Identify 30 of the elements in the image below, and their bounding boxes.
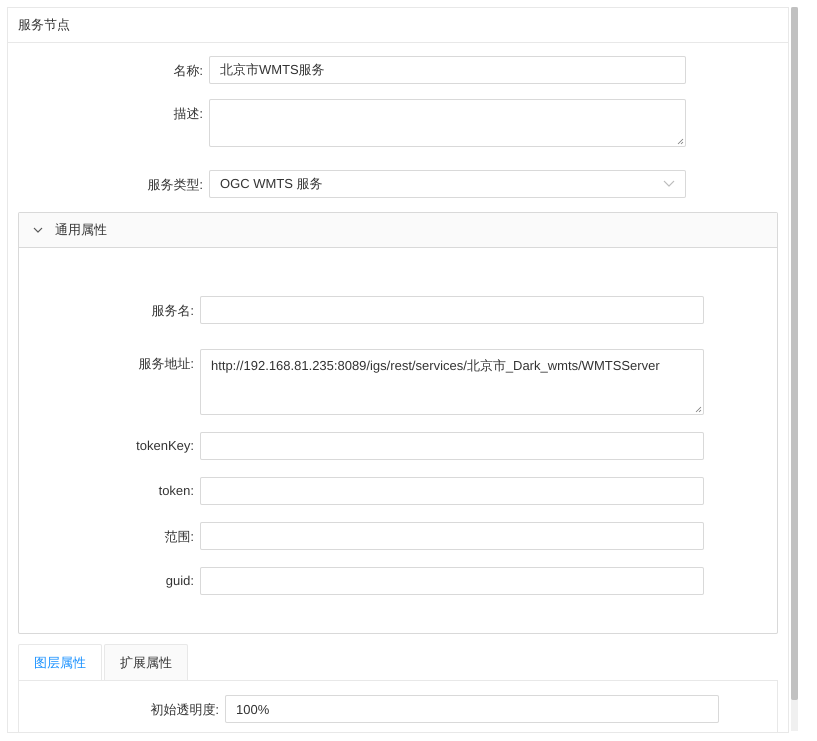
resize-grip-icon[interactable]: [695, 406, 702, 413]
field-value: http://192.168.81.235:8089/igs/rest/services/北京市_Dark_wmts/WMTSServer: [211, 357, 660, 375]
tab[interactable]: 扩展属性: [104, 644, 188, 680]
field-label: guid:: [164, 572, 194, 588]
select-field[interactable]: OGC WMTS 服务: [209, 170, 686, 198]
input-field[interactable]: [200, 432, 704, 460]
collapse-title: 通用属性: [55, 221, 107, 239]
field-label: 描述:: [172, 105, 203, 123]
field-label: tokenKey:: [135, 437, 194, 453]
text-area[interactable]: http://192.168.81.235:8089/igs/rest/services/北京市_Dark_wmts/WMTSServer: [200, 349, 704, 415]
input-field[interactable]: 100%: [225, 695, 719, 723]
field-label: 服务名:: [150, 302, 194, 320]
resize-grip-icon[interactable]: [677, 138, 684, 145]
input-field[interactable]: [200, 477, 704, 505]
panel-title: 服务节点: [18, 16, 70, 34]
field-label: 服务地址:: [137, 355, 194, 373]
chevron-down-icon: [663, 180, 675, 188]
input-field[interactable]: [200, 522, 704, 550]
input-field[interactable]: [200, 567, 704, 595]
select-value: OGC WMTS 服务: [220, 175, 323, 193]
chevron-down-icon: [33, 225, 43, 235]
scrollbar[interactable]: [791, 7, 798, 731]
field-label: 初始透明度:: [149, 701, 219, 719]
collapse-header[interactable]: 通用属性: [19, 213, 777, 248]
input-field[interactable]: 北京市WMTS服务: [209, 56, 686, 84]
field-label: 名称:: [172, 62, 203, 80]
field-label: token:: [158, 482, 194, 498]
input-field[interactable]: [200, 296, 704, 324]
field-label: 范围:: [163, 528, 194, 546]
field-label: 服务类型:: [146, 176, 203, 194]
